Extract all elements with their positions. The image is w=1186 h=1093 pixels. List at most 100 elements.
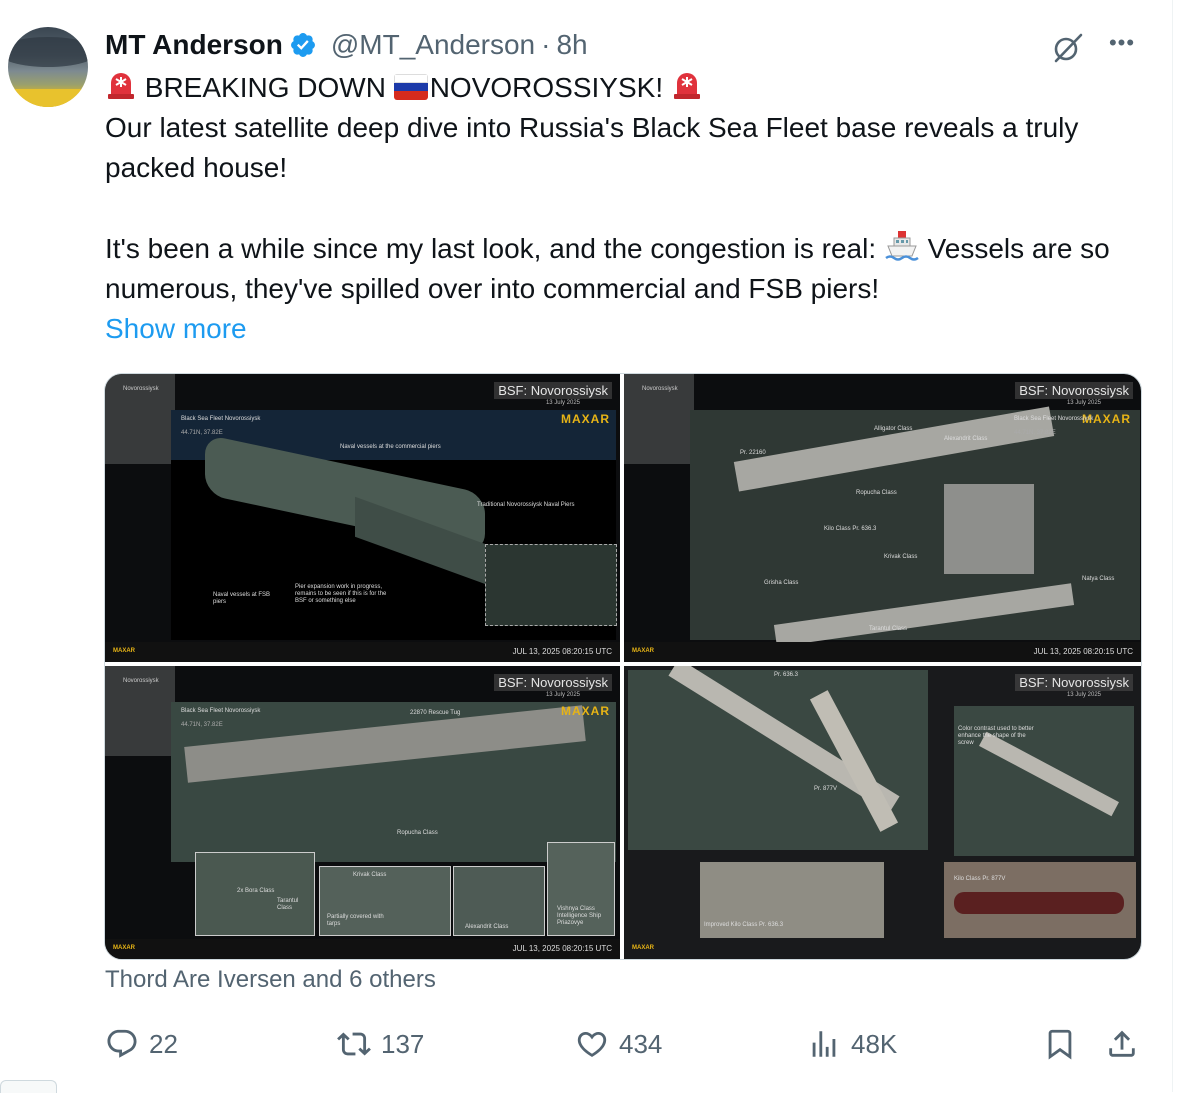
annotation: Pr. 877V [814, 786, 838, 792]
tile-title: BSF: Novorossiysk [1015, 382, 1133, 399]
analytics-icon [812, 1031, 836, 1057]
tile-footer: MAXAR [624, 939, 1141, 959]
avatar-cloud [8, 37, 88, 67]
annotation: Kilo Class Pr. 877V [954, 876, 1006, 882]
annotation: Alligator Class [874, 426, 913, 432]
annotation: Grisha Class [764, 580, 799, 586]
annotation: Naval vessels at the commercial piers [340, 444, 441, 450]
views-button[interactable]: 48K [807, 1022, 897, 1066]
action-bar: 22 137 434 48K [105, 1022, 1145, 1066]
repost-count: 137 [381, 1028, 425, 1059]
corner-label: Novorossiysk [642, 386, 678, 392]
share-button[interactable] [1105, 1022, 1149, 1066]
tile-timestamp: JUL 13, 2025 08:20:15 UTC [1033, 647, 1133, 656]
annotation: Alexandrit Class [465, 924, 509, 930]
tile-title: BSF: Novorossiysk [494, 674, 612, 691]
more-options-icon[interactable]: ••• [1104, 30, 1140, 60]
avatar-field [8, 89, 88, 107]
russia-flag-icon [393, 74, 428, 100]
annotation: Naval vessels at FSB piers [213, 592, 271, 605]
tile-date: 13 July 2025 [1066, 692, 1101, 698]
maxar-logo: MAXAR [561, 412, 610, 426]
repost-button[interactable]: 137 [337, 1022, 424, 1066]
show-more-link[interactable]: Show more [105, 309, 1165, 349]
annotation: Pr. 22160 [740, 450, 766, 456]
corner-label: Novorossiysk [123, 386, 159, 392]
ship-icon [885, 231, 919, 261]
annotation: Tarantul Class [277, 898, 299, 911]
view-count: 48K [851, 1028, 898, 1059]
submarine-highlight [954, 892, 1124, 914]
inset-view [485, 544, 617, 626]
grok-icon[interactable] [1050, 30, 1086, 66]
repost-icon [337, 1032, 371, 1056]
annotation: Natya Class [1082, 576, 1115, 582]
bookmark-button[interactable] [1043, 1022, 1087, 1066]
timeline-divider [1172, 0, 1173, 1092]
annotation: Ropucha Class [397, 830, 438, 836]
media-image-1[interactable]: Novorossiysk BSF: Novorossiysk 13 July 2… [105, 374, 620, 662]
annotation: Kilo Class Pr. 636.3 [824, 526, 877, 532]
social-context[interactable]: Thord Are Iversen and 6 others [105, 966, 436, 994]
footer-brand: MAXAR [632, 945, 654, 951]
tile-footer: MAXAR JUL 13, 2025 08:20:15 UTC [624, 642, 1141, 662]
tile-heading: Black Sea Fleet Novorossiysk [181, 416, 261, 422]
annotation: Traditional Novorossiysk Naval Piers [477, 502, 575, 508]
bookmark-icon [1048, 1029, 1072, 1060]
annotation: Pier expansion work in progress, remains… [295, 584, 387, 604]
post-paragraph-1: Our latest satellite deep dive into Russ… [105, 112, 1079, 183]
annotation: Krivak Class [353, 872, 387, 878]
post-headline-part2: NOVOROSSIYSK! [429, 72, 671, 103]
annotation: Krivak Class [884, 554, 918, 560]
corner-label: Novorossiysk [123, 678, 159, 684]
annotation: Improved Kilo Class Pr. 636.3 [704, 922, 784, 928]
media-image-2[interactable]: Novorossiysk BSF: Novorossiysk 13 July 2… [624, 374, 1141, 662]
annotation: 22870 Rescue Tug [410, 710, 461, 716]
media-image-4[interactable]: BSF: Novorossiysk 13 July 2025 Pr. 636.3… [624, 666, 1141, 959]
tile-heading: Black Sea Fleet Novorossiysk [1014, 416, 1094, 422]
post-headline-part1: BREAKING DOWN [144, 72, 394, 103]
piers [944, 484, 1034, 574]
post-header: MT Anderson @MT_Anderson · 8h [105, 28, 588, 62]
tile-coords: 44.71N, 37.82E [1014, 430, 1056, 436]
annotation: Tarantul Class [869, 626, 908, 632]
post-paragraph-2-part1: It's been a while since my last look, an… [105, 233, 884, 264]
like-count: 434 [619, 1028, 663, 1059]
tile-footer: MAXAR JUL 13, 2025 08:20:15 UTC [105, 939, 620, 959]
tile-date: 13 July 2025 [545, 400, 580, 406]
author-handle[interactable]: @MT_Anderson [331, 29, 535, 61]
heart-icon [577, 1031, 607, 1057]
tile-date: 13 July 2025 [545, 692, 580, 698]
media-grid: Novorossiysk BSF: Novorossiysk 13 July 2… [104, 373, 1142, 960]
verified-badge-icon[interactable] [289, 31, 317, 59]
siren-icon [673, 73, 700, 99]
tile-timestamp: JUL 13, 2025 08:20:15 UTC [512, 647, 612, 656]
floating-widget-edge[interactable] [0, 1080, 57, 1093]
post-time[interactable]: 8h [556, 29, 587, 61]
annotation: Color contrast used to better enhance th… [958, 726, 1034, 746]
annotation: Partially covered with tarps [327, 914, 384, 927]
reply-count: 22 [149, 1028, 178, 1059]
tile-coords: 44.71N, 37.82E [181, 722, 223, 728]
post-text: BREAKING DOWN NOVOROSSIYSK! Our latest s… [105, 68, 1165, 349]
tile-title: BSF: Novorossiysk [494, 382, 612, 399]
tile-heading: Black Sea Fleet Novorossiysk [181, 708, 261, 714]
maxar-logo: MAXAR [561, 704, 610, 718]
annotation: Ropucha Class [856, 490, 897, 496]
annotation: Pr. 636.3 [774, 672, 799, 678]
tile-title: BSF: Novorossiysk [1015, 674, 1133, 691]
tile-date: 13 July 2025 [1066, 400, 1101, 406]
siren-icon [108, 73, 134, 99]
share-icon [1109, 1030, 1135, 1057]
avatar[interactable] [8, 27, 88, 107]
footer-brand: MAXAR [113, 648, 135, 654]
reply-button[interactable]: 22 [105, 1022, 178, 1066]
tile-coords: 44.71N, 37.82E [181, 430, 223, 436]
annotation: Vishnya Class Intelligence Ship Priazovy… [557, 906, 602, 926]
tile-footer: MAXAR JUL 13, 2025 08:20:15 UTC [105, 642, 620, 662]
author-name[interactable]: MT Anderson [105, 29, 283, 61]
footer-brand: MAXAR [113, 945, 135, 951]
media-image-3[interactable]: Novorossiysk BSF: Novorossiysk 13 July 2… [105, 666, 620, 959]
like-button[interactable]: 434 [575, 1022, 662, 1066]
separator: · [541, 29, 551, 60]
